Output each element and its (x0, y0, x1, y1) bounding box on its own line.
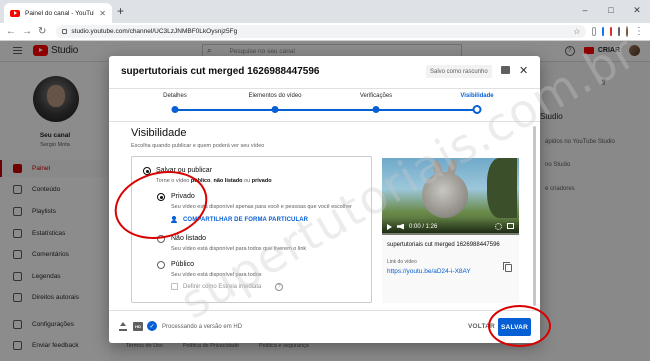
dialog-header: supertutoriais cut merged 1626988447596 … (109, 56, 540, 89)
step-verificacoes[interactable]: Verificações (360, 93, 392, 99)
window-controls: – □ ✕ (572, 0, 650, 20)
desc-bold: não listado (213, 178, 243, 184)
processing-status: Processando a versão em HD (162, 324, 243, 330)
bookmark-star-icon[interactable]: ☆ (573, 27, 580, 36)
unlisted-label: Não listado (171, 235, 207, 242)
settings-gear-icon[interactable] (495, 223, 502, 230)
new-tab-icon[interactable]: + (117, 4, 124, 18)
desc-bold: privado (251, 178, 272, 184)
step-done-dot (372, 106, 380, 113)
step-current-dot (472, 105, 482, 114)
url-text: studio.youtube.com/channel/UC3LzJNMBF0Lk… (71, 28, 238, 35)
desc-text: ou (242, 178, 252, 184)
browser-toolbar: ← → ↻ studio.youtube.com/channel/UC3LzJN… (0, 23, 650, 41)
step-detalhes[interactable]: Detalhes (163, 93, 187, 99)
public-radio[interactable] (157, 261, 165, 269)
video-title: supertutoriais cut merged 1626988447596 (387, 242, 500, 248)
video-player[interactable]: 0:00 / 1:26 (382, 158, 519, 235)
browser-tabstrip: Painel do canal - YouTube Studio ✕ + – □… (0, 0, 650, 23)
premiere-label: Definir como Estreia imediata (183, 284, 262, 290)
step-done-dot (271, 106, 279, 113)
thumbnail-bunny (422, 172, 468, 218)
video-link[interactable]: https://youtu.be/aD24-i-X8AY (387, 268, 471, 275)
upload-icon (119, 322, 127, 331)
section-subtitle: Escolha quando publicar e quem poderá ve… (131, 143, 265, 149)
tab-close-icon[interactable]: ✕ (99, 9, 106, 18)
section-title: Visibilidade (131, 127, 187, 139)
copy-icon[interactable] (503, 262, 512, 272)
draft-status-badge: Salvo como rascunho (426, 65, 492, 78)
menu-dots-icon[interactable]: ⋮ (634, 26, 644, 37)
step-visibilidade[interactable]: Visibilidade (460, 93, 493, 99)
reload-icon[interactable]: ↻ (38, 26, 46, 37)
unlisted-description: Seu vídeo está disponível para todos que… (171, 246, 307, 252)
dialog-title: supertutoriais cut merged 1626988447596 (121, 66, 320, 77)
share-privately-link[interactable]: COMPARTILHAR DE FORMA PARTICULAR (183, 217, 308, 223)
step-done-dot (171, 106, 179, 113)
profile-avatar[interactable] (625, 26, 628, 37)
dialog-footer: HD ✓ Processando a versão em HD VOLTAR S… (109, 310, 540, 343)
tab-title: Painel do canal - YouTube Studio (25, 9, 94, 17)
extension-icon[interactable] (609, 27, 612, 36)
volume-icon[interactable] (397, 223, 404, 230)
fullscreen-icon[interactable] (507, 223, 514, 229)
player-time: 0:00 / 1:26 (409, 223, 438, 230)
annotation-circle (488, 305, 551, 347)
browser-tab[interactable]: Painel do canal - YouTube Studio ✕ (4, 3, 112, 23)
minimize-icon[interactable]: – (572, 0, 598, 20)
play-icon[interactable] (387, 223, 392, 230)
video-preview-card: 0:00 / 1:26 supertutoriais cut merged 16… (382, 158, 519, 303)
back-icon[interactable]: ← (6, 26, 16, 37)
public-label: Público (171, 261, 194, 268)
extension-icon[interactable] (617, 27, 620, 36)
feedback-icon[interactable] (501, 66, 510, 74)
premiere-checkbox[interactable] (171, 283, 178, 290)
maximize-icon[interactable]: □ (598, 0, 624, 20)
extension-icon[interactable] (601, 27, 604, 36)
extension-icon[interactable] (592, 27, 596, 36)
check-circle-icon: ✓ (147, 321, 157, 331)
thumbnail-tree (487, 158, 517, 218)
dialog-scrollbar[interactable] (533, 126, 536, 306)
youtube-favicon-icon (10, 9, 20, 17)
close-window-icon[interactable]: ✕ (624, 0, 650, 20)
step-elementos[interactable]: Elementos do vídeo (248, 93, 301, 99)
address-bar[interactable]: studio.youtube.com/channel/UC3LzJNMBF0Lk… (56, 25, 587, 38)
help-question-icon[interactable]: ? (275, 283, 283, 291)
close-icon[interactable]: ✕ (519, 64, 528, 77)
player-progress-bar[interactable] (382, 233, 519, 235)
public-description: Seu vídeo está disponível para todos (171, 272, 262, 278)
video-link-label: Link do vídeo (387, 259, 417, 265)
forward-icon[interactable]: → (22, 26, 32, 37)
lock-icon (62, 29, 68, 34)
upload-stepper: Detalhes Elementos do vídeo Verificações… (109, 89, 540, 122)
hd-icon: HD (133, 322, 143, 331)
stepper-line (175, 109, 477, 111)
